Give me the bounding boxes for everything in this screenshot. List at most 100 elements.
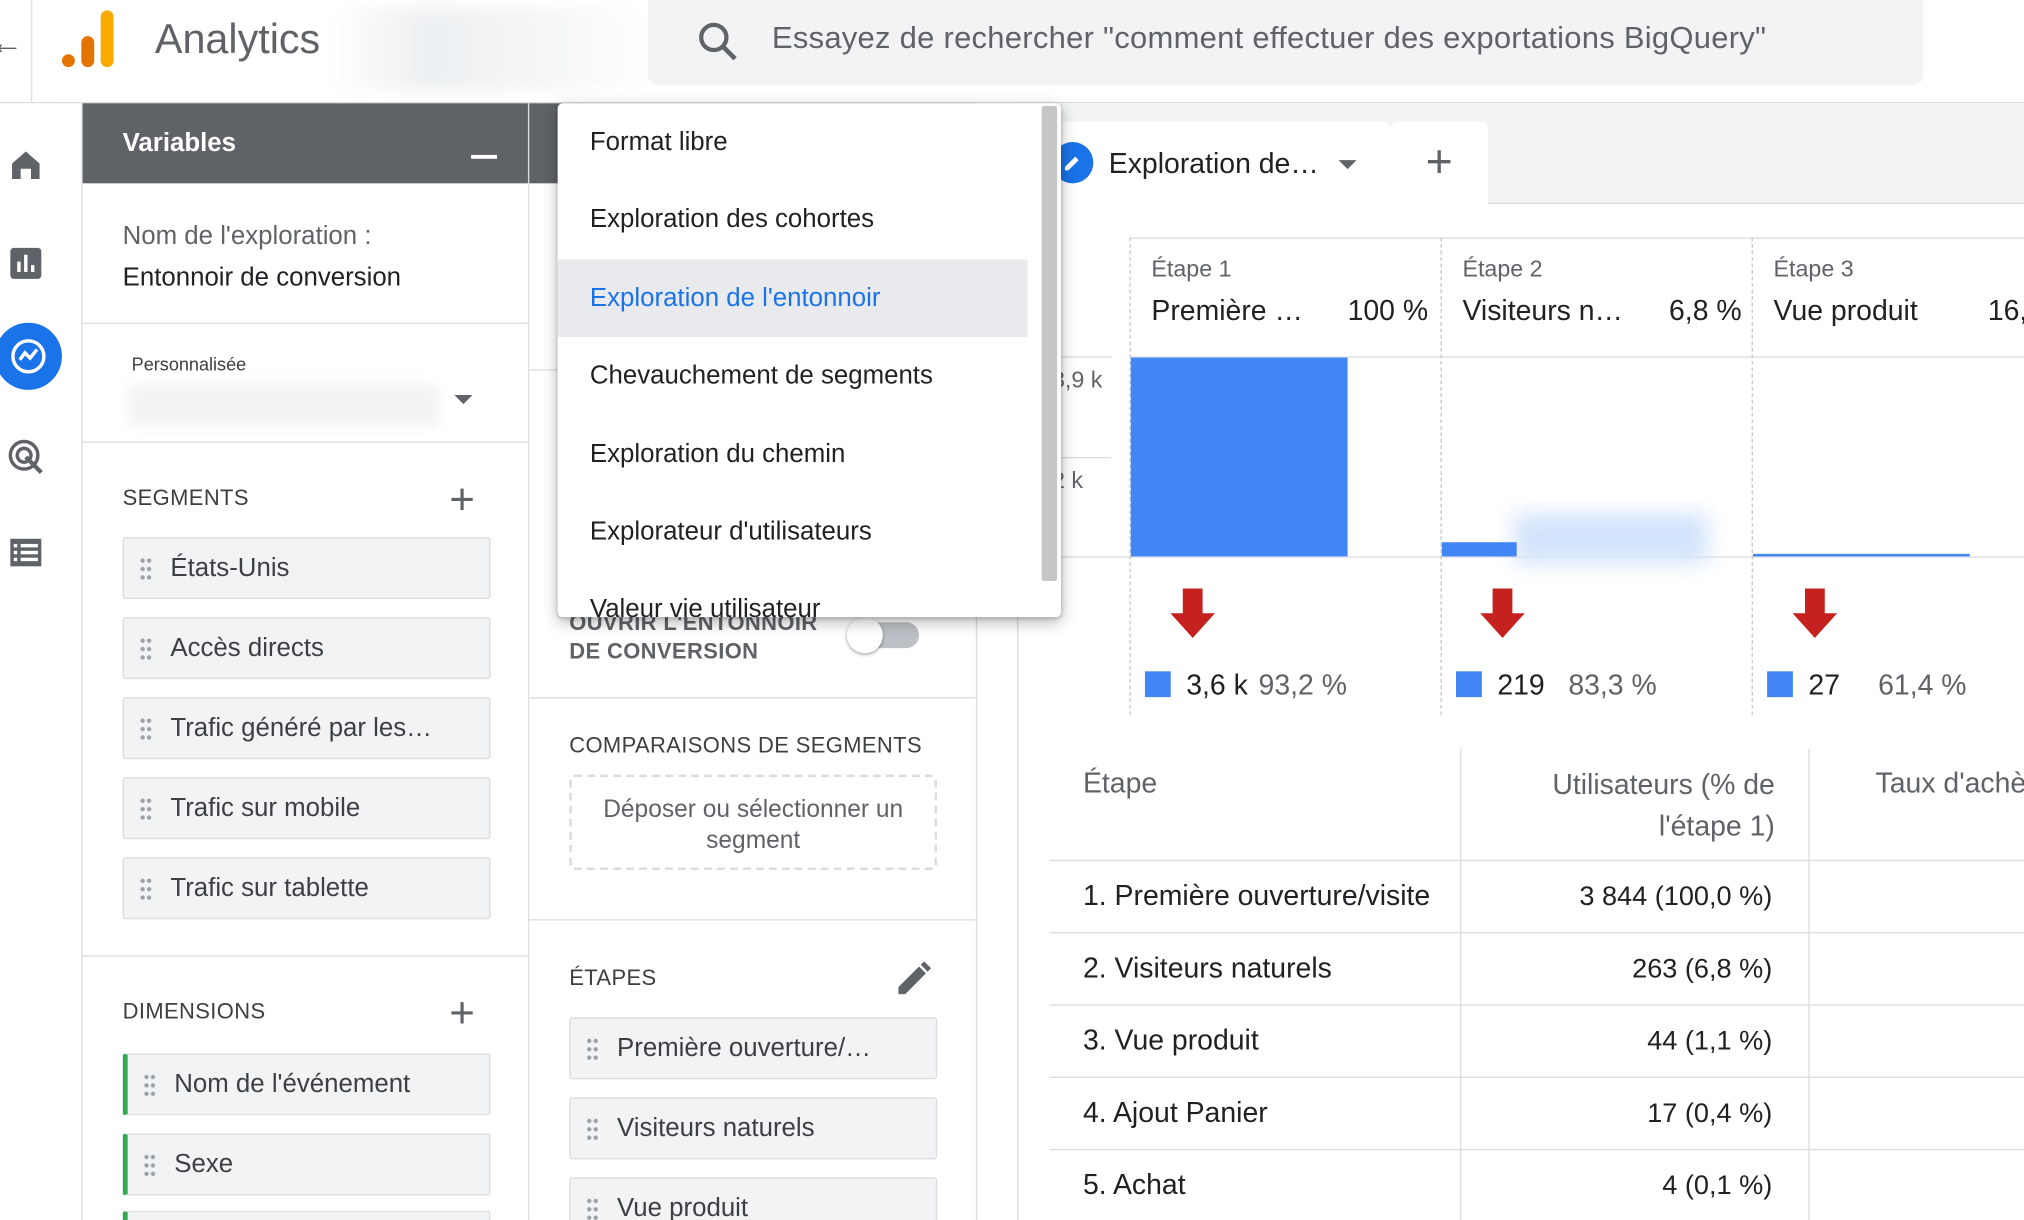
exploration-name-field[interactable]: Entonnoir de conversion (123, 263, 401, 293)
add-dimension-icon[interactable]: + (449, 991, 475, 1035)
drag-handle-icon[interactable] (139, 636, 153, 663)
menu-item-segment-overlap[interactable]: Chevauchement de segments (558, 337, 1028, 414)
table-row[interactable]: 4. Ajout Panier 17 (0,4 %) (1049, 1076, 2024, 1149)
left-nav (0, 103, 62, 1220)
home-icon[interactable] (5, 145, 46, 186)
tab-bar: Exploration de… + (1018, 103, 2024, 204)
add-segment-icon[interactable]: + (449, 478, 475, 522)
step-label: Étape 1 (1151, 255, 1232, 282)
toggle-knob (846, 617, 883, 654)
segment-comparisons-title: COMPARAISONS DE SEGMENTS (569, 733, 922, 758)
back-arrow-icon[interactable]: ← (0, 23, 23, 63)
search-icon (699, 22, 737, 61)
drop-off-percent: 93,2 % (1258, 668, 1347, 702)
open-funnel-toggle[interactable] (846, 617, 920, 654)
segment-chip[interactable]: Accès directs (122, 617, 491, 680)
funnel-step-column[interactable]: Étape 3 Vue produit 16,7 (1751, 237, 2024, 716)
account-selector[interactable] (330, 7, 654, 91)
drag-handle-icon[interactable] (143, 1152, 157, 1179)
variables-panel: Variables Nom de l'exploration : Entonno… (81, 103, 530, 1220)
funnel-bar[interactable] (1130, 357, 1348, 557)
analytics-logo-icon[interactable] (61, 8, 119, 68)
table-row[interactable]: 3. Vue produit 44 (1,1 %) (1049, 1004, 2024, 1076)
minimize-icon[interactable] (471, 154, 497, 159)
edit-steps-pencil-icon[interactable] (893, 958, 934, 999)
menu-scrollbar[interactable] (1041, 105, 1058, 581)
step-label: Étape 3 (1773, 255, 1854, 282)
drag-handle-icon[interactable] (586, 1116, 599, 1143)
divider (82, 322, 528, 325)
drop-off-percent: 61,4 % (1878, 668, 1967, 702)
drop-off-count: 219 (1497, 668, 1545, 702)
drag-handle-icon[interactable] (586, 1036, 599, 1063)
legend-swatch (1456, 671, 1482, 698)
drag-handle-icon[interactable] (143, 1072, 157, 1099)
step-percent: 16,7 (1987, 294, 2024, 327)
chevron-down-icon[interactable] (1338, 160, 1357, 170)
reports-icon[interactable] (5, 243, 46, 284)
legend-swatch (1144, 671, 1171, 698)
funnel-bar[interactable] (1441, 542, 1517, 557)
step-name: Première … (1151, 294, 1303, 327)
add-tab-button[interactable]: + (1390, 121, 1489, 204)
explore-icon (11, 339, 46, 374)
step-name: Vue produit (1773, 294, 1918, 327)
search-bar[interactable]: Essayez de rechercher "comment effectuer… (647, 0, 1924, 86)
variables-title: Variables (122, 129, 237, 158)
segment-chip[interactable]: Trafic sur mobile (122, 777, 491, 840)
drop-off-arrow-icon (1170, 588, 1215, 638)
menu-item-funnel[interactable]: Exploration de l'entonnoir (557, 259, 1028, 337)
tab-exploration[interactable]: Exploration de… (1052, 121, 1391, 204)
segments-title: SEGMENTS (122, 485, 249, 510)
drag-handle-icon[interactable] (139, 796, 153, 823)
drop-off-count: 3,6 k (1186, 668, 1248, 702)
step-chip[interactable]: Visiteurs naturels (569, 1097, 938, 1160)
divider (82, 955, 528, 957)
step-label: Étape 2 (1462, 255, 1543, 282)
table-row[interactable]: 2. Visiteurs naturels 263 (6,8 %) (1049, 932, 2024, 1004)
step-chip[interactable]: Première ouverture/… (569, 1017, 938, 1080)
segment-dropzone[interactable]: Déposer ou sélectionner un segment (569, 774, 938, 871)
tab-label: Exploration de… (1108, 147, 1319, 180)
chevron-down-icon[interactable] (454, 395, 473, 405)
variables-header: Variables (82, 103, 528, 184)
segment-chip[interactable]: Trafic généré par les… (122, 697, 491, 760)
menu-item-path[interactable]: Exploration du chemin (558, 416, 1028, 493)
step-chip[interactable]: Vue produit (569, 1177, 938, 1220)
step-name: Visiteurs n… (1462, 294, 1623, 327)
advertising-icon[interactable] (5, 436, 46, 477)
drop-off-arrow-icon (1792, 588, 1838, 638)
drag-handle-icon[interactable] (139, 556, 153, 583)
menu-item-lifetime-value[interactable]: Valeur vie utilisateur (558, 571, 1028, 617)
table-row[interactable]: 5. Achat 4 (0,1 %) (1049, 1148, 2024, 1220)
column-header-completion-rate[interactable]: Taux d'achè (1876, 767, 2024, 801)
column-header-step[interactable]: Étape (1083, 767, 1157, 801)
funnel-step-column[interactable]: Étape 2 Visiteurs n… 6,8 % (1440, 237, 1751, 716)
menu-item-cohort[interactable]: Exploration des cohortes (558, 181, 1028, 258)
segment-chip[interactable]: États-Unis (122, 537, 491, 600)
menu-item-user-explorer[interactable]: Explorateur d'utilisateurs (558, 493, 1028, 570)
dimension-chip[interactable]: Nom de l'événement (122, 1053, 491, 1116)
divider (30, 0, 33, 104)
technique-dropdown-menu[interactable]: Format libre Exploration des cohortes Ex… (557, 103, 1062, 618)
column-header-users[interactable]: Utilisateurs (% de l'étape 1) (1460, 764, 1775, 847)
segment-chip[interactable]: Trafic sur tablette (122, 857, 491, 920)
legend-swatch (1767, 671, 1793, 698)
app-title[interactable]: Analytics (155, 15, 320, 63)
list-icon[interactable] (5, 532, 46, 573)
search-input[interactable]: Essayez de rechercher "comment effectuer… (772, 21, 1766, 57)
dimensions-title: DIMENSIONS (122, 999, 266, 1024)
table-row[interactable]: 1. Première ouverture/visite 3 844 (100,… (1049, 859, 2024, 932)
drag-handle-icon[interactable] (139, 876, 153, 903)
explore-nav-active[interactable] (0, 322, 62, 390)
drop-off-count: 27 (1808, 668, 1841, 702)
funnel-bar[interactable] (1752, 553, 1970, 557)
dimension-chip[interactable]: Sexe (122, 1133, 491, 1196)
step-percent: 6,8 % (1669, 294, 1742, 327)
drag-handle-icon[interactable] (139, 716, 153, 743)
date-range-selector[interactable] (129, 384, 439, 427)
drag-handle-icon[interactable] (586, 1196, 599, 1220)
divider (529, 919, 976, 921)
dimension-chip[interactable] (122, 1210, 491, 1220)
menu-item-free-form[interactable]: Format libre (558, 103, 1028, 180)
